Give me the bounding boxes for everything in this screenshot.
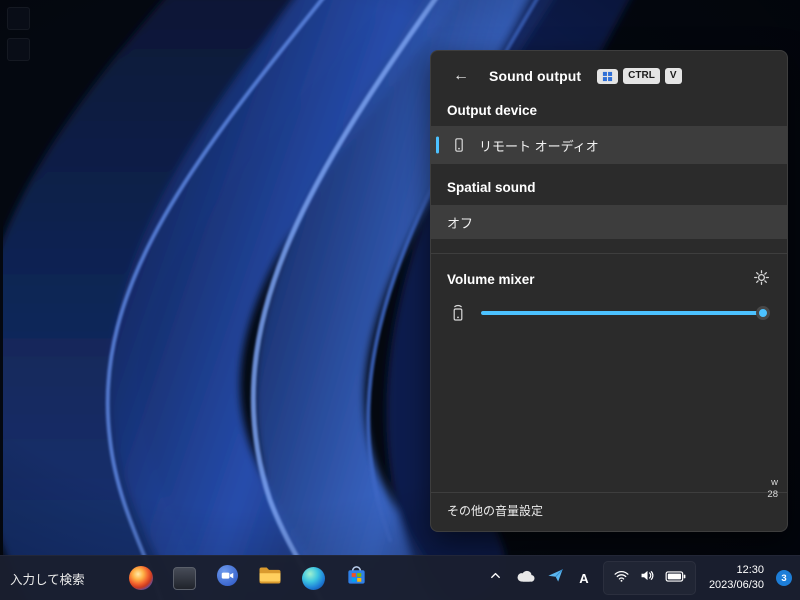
- file-explorer-button[interactable]: [257, 565, 283, 591]
- fragment-line: w: [771, 477, 778, 488]
- flyout-footer: その他の音量設定: [431, 492, 787, 531]
- background-text-fragment: w 28: [740, 477, 778, 502]
- sound-output-flyout: ← Sound output CTRL V Output device リモート…: [430, 50, 788, 532]
- volume-mixer-heading: Volume mixer: [447, 271, 535, 287]
- volume-device-icon[interactable]: [449, 304, 467, 322]
- volume-slider-row: [431, 296, 787, 322]
- quick-settings-button[interactable]: [602, 561, 696, 595]
- output-device-row[interactable]: リモート オーディオ: [431, 126, 787, 164]
- remote-audio-device-icon: [451, 137, 467, 153]
- taskbar-clock[interactable]: 12:30 2023/06/30: [709, 563, 764, 593]
- flyout-title: Sound output: [489, 68, 582, 84]
- paper-plane-icon: [546, 566, 565, 590]
- keypress-overlay: CTRL V: [597, 68, 682, 84]
- output-device-heading: Output device: [447, 103, 538, 118]
- clock-time: 12:30: [736, 564, 764, 577]
- microsoft-store-icon: [345, 564, 368, 592]
- dark-window-icon: [172, 566, 196, 590]
- volume-mixer-header: Volume mixer: [431, 254, 787, 296]
- volume-mixer-settings-button[interactable]: [750, 266, 773, 292]
- messenger-tray-button[interactable]: [544, 564, 568, 592]
- windows-key-icon: [597, 68, 619, 84]
- taskbar-search[interactable]: 入力して検索: [10, 556, 85, 600]
- comet-browser-icon: [129, 566, 153, 590]
- chat-video-icon: [216, 564, 239, 592]
- volume-slider-track: [481, 311, 769, 315]
- volume-slider-thumb[interactable]: [756, 306, 770, 320]
- chat-app-button[interactable]: [214, 564, 240, 592]
- battery-icon: [665, 569, 686, 587]
- edge-browser-icon: [301, 566, 325, 590]
- selection-indicator: [436, 136, 439, 154]
- speaker-icon: [639, 567, 656, 589]
- dark-window-app-button[interactable]: [171, 565, 197, 591]
- system-tray: A 12:30 2023/06/30 3: [484, 556, 794, 600]
- tray-overflow-button[interactable]: [484, 564, 508, 592]
- volume-slider[interactable]: [481, 304, 770, 322]
- fragment-line: 28: [767, 489, 778, 501]
- edge-browser-button[interactable]: [300, 565, 326, 591]
- spatial-sound-dropdown[interactable]: オフ: [431, 205, 787, 239]
- comet-browser-app-button[interactable]: [128, 565, 154, 591]
- taskbar: 入力して検索 A 12:30 2023/06/30 3: [0, 555, 800, 600]
- ctrl-key-badge: CTRL: [623, 68, 660, 84]
- microsoft-store-button[interactable]: [343, 565, 369, 591]
- onedrive-tray-button[interactable]: [514, 564, 538, 592]
- desktop: ← Sound output CTRL V Output device リモート…: [0, 0, 800, 600]
- more-volume-settings-link[interactable]: その他の音量設定: [447, 504, 543, 518]
- taskbar-app-icons: [128, 556, 369, 600]
- v-key-badge: V: [664, 68, 682, 84]
- spatial-sound-value: オフ: [447, 215, 474, 231]
- spatial-sound-heading: Spatial sound: [447, 180, 536, 195]
- ime-indicator[interactable]: A: [574, 571, 594, 586]
- output-device-label: リモート オーディオ: [479, 138, 599, 154]
- back-button[interactable]: ←: [445, 64, 477, 88]
- gear-icon: [753, 269, 770, 289]
- desktop-shortcut-icon[interactable]: [7, 38, 30, 61]
- folder-icon: [258, 566, 282, 590]
- notification-count-badge[interactable]: 3: [776, 570, 792, 586]
- flyout-header: ← Sound output CTRL V: [431, 51, 787, 97]
- back-arrow-icon: ←: [453, 67, 469, 84]
- desktop-shortcut-icon[interactable]: [7, 7, 30, 30]
- search-label: 入力して検索: [10, 572, 85, 587]
- volume-slider-fill: [481, 311, 769, 315]
- clock-date: 2023/06/30: [708, 579, 764, 591]
- cloud-icon: [514, 568, 537, 588]
- chevron-up-icon: [488, 568, 503, 588]
- wifi-icon: [613, 567, 630, 589]
